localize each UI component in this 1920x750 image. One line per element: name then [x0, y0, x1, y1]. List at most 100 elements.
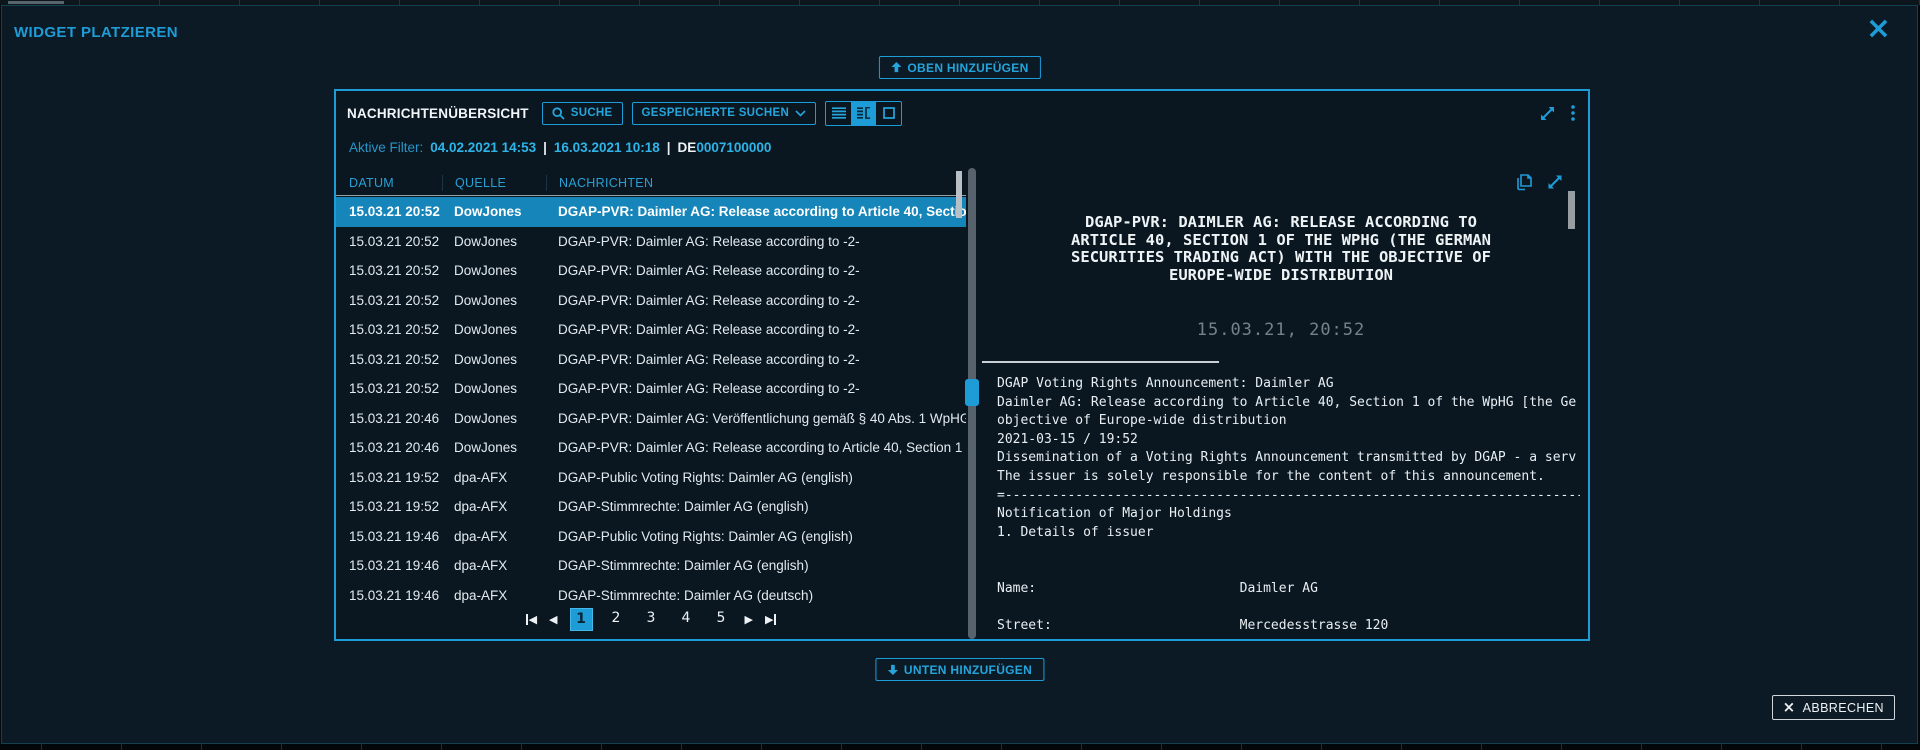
- table-row[interactable]: 15.03.21 19:46dpa-AFXDGAP-Public Voting …: [336, 522, 966, 552]
- pagination-page-2[interactable]: 2: [605, 608, 628, 631]
- detail-scrollbar-thumb[interactable]: [1568, 191, 1575, 229]
- close-icon[interactable]: ×: [1866, 14, 1891, 44]
- row-date: 15.03.21 20:52: [336, 234, 442, 249]
- table-row[interactable]: 15.03.21 20:52DowJonesDGAP-PVR: Daimler …: [336, 286, 966, 316]
- row-date: 15.03.21 19:46: [336, 529, 442, 544]
- table-row[interactable]: 15.03.21 19:46dpa-AFXDGAP-Stimmrechte: D…: [336, 551, 966, 581]
- active-filter-row: Aktive Filter: 04.02.2021 14:53 | 16.03.…: [349, 140, 771, 155]
- skip-bar: [774, 614, 776, 625]
- detail-timestamp: 15.03.21, 20:52: [982, 320, 1580, 340]
- split-view-icon[interactable]: [851, 102, 876, 125]
- background-app-bottom-edge: [0, 744, 1920, 750]
- cancel-x-icon: ×: [1783, 700, 1796, 715]
- expand-detail-icon[interactable]: [1546, 173, 1564, 192]
- widget-header: NACHRICHTENÜBERSICHT SUCHE GESPEICHERTE …: [347, 100, 1578, 126]
- column-header-datum[interactable]: DATUM: [336, 175, 442, 191]
- filter-isin: DE0007100000: [678, 140, 772, 155]
- filter-separator: |: [543, 140, 547, 155]
- row-source: dpa-AFX: [442, 588, 546, 603]
- background-app-text-fragment: [8, 1, 64, 4]
- add-above-label: OBEN HINZUFÜGEN: [907, 61, 1028, 75]
- column-header-quelle[interactable]: QUELLE: [442, 175, 546, 191]
- arrow-down-icon: [887, 664, 898, 675]
- pagination-page-4[interactable]: 4: [675, 608, 698, 631]
- pagination-pages: 12345: [570, 608, 733, 631]
- row-date: 15.03.21 20:52: [336, 293, 442, 308]
- table-row[interactable]: 15.03.21 20:46DowJonesDGAP-PVR: Daimler …: [336, 433, 966, 463]
- kebab-menu-icon[interactable]: [1571, 105, 1575, 121]
- row-source: DowJones: [442, 411, 546, 426]
- row-message: DGAP-Stimmrechte: Daimler AG (english): [546, 558, 966, 573]
- detail-icons: [1515, 173, 1564, 192]
- row-source: dpa-AFX: [442, 529, 546, 544]
- table-row[interactable]: 15.03.21 20:52DowJonesDGAP-PVR: Daimler …: [336, 345, 966, 375]
- copy-icon[interactable]: [1515, 173, 1534, 192]
- row-date: 15.03.21 20:46: [336, 440, 442, 455]
- row-message: DGAP-PVR: Daimler AG: Release according …: [546, 234, 966, 249]
- column-header-nachrichten[interactable]: NACHRICHTEN: [546, 175, 966, 191]
- arrow-up-icon: [890, 62, 901, 73]
- filter-isin-prefix: DE: [678, 140, 697, 155]
- pagination-prev-button[interactable]: ◀: [549, 613, 557, 626]
- row-source: dpa-AFX: [442, 499, 546, 514]
- table-row[interactable]: 15.03.21 19:52dpa-AFXDGAP-Public Voting …: [336, 463, 966, 493]
- news-table-header: DATUM QUELLE NACHRICHTEN: [336, 171, 966, 196]
- row-message: DGAP-Stimmrechte: Daimler AG (english): [546, 499, 966, 514]
- news-overview-widget: NACHRICHTENÜBERSICHT SUCHE GESPEICHERTE …: [334, 89, 1590, 641]
- row-source: DowJones: [442, 322, 546, 337]
- detail-divider: [982, 361, 1219, 363]
- expand-widget-icon[interactable]: [1539, 105, 1556, 122]
- table-row[interactable]: 15.03.21 19:46dpa-AFXDGAP-Stimmrechte: D…: [336, 581, 966, 611]
- cancel-label: ABBRECHEN: [1803, 701, 1884, 715]
- active-filter-label: Aktive Filter:: [349, 140, 423, 155]
- table-row[interactable]: 15.03.21 20:52DowJonesDGAP-PVR: Daimler …: [336, 374, 966, 404]
- row-message: DGAP-PVR: Daimler AG: Veröffentlichung g…: [546, 411, 966, 426]
- row-source: DowJones: [442, 381, 546, 396]
- pagination-page-1[interactable]: 1: [570, 608, 593, 631]
- news-detail-pane: DGAP-PVR: DAIMLER AG: RELEASE ACCORDING …: [982, 168, 1580, 639]
- pagination-last-button[interactable]: ▶: [765, 613, 776, 626]
- table-row[interactable]: 15.03.21 20:52DowJonesDGAP-PVR: Daimler …: [336, 197, 966, 227]
- row-message: DGAP-PVR: Daimler AG: Release according …: [546, 204, 966, 219]
- cancel-button[interactable]: × ABBRECHEN: [1772, 695, 1895, 720]
- pagination-first-button[interactable]: ◀: [526, 613, 537, 626]
- skip-bar: [526, 614, 528, 625]
- pagination-page-3[interactable]: 3: [640, 608, 663, 631]
- row-message: DGAP-PVR: Daimler AG: Release according …: [546, 381, 966, 396]
- full-view-icon[interactable]: [876, 102, 901, 125]
- table-row[interactable]: 15.03.21 20:52DowJonesDGAP-PVR: Daimler …: [336, 315, 966, 345]
- row-date: 15.03.21 20:52: [336, 352, 442, 367]
- list-view-icon[interactable]: [826, 102, 851, 125]
- row-message: DGAP-Public Voting Rights: Daimler AG (e…: [546, 529, 966, 544]
- table-row[interactable]: 15.03.21 20:46DowJonesDGAP-PVR: Daimler …: [336, 404, 966, 434]
- row-source: DowJones: [442, 440, 546, 455]
- filter-separator: |: [667, 140, 671, 155]
- row-date: 15.03.21 19:52: [336, 470, 442, 485]
- row-message: DGAP-PVR: Daimler AG: Release according …: [546, 293, 966, 308]
- row-message: DGAP-PVR: Daimler AG: Release according …: [546, 352, 966, 367]
- row-message: DGAP-PVR: Daimler AG: Release according …: [546, 263, 966, 278]
- saved-searches-dropdown[interactable]: GESPEICHERTE SUCHEN: [632, 102, 817, 125]
- row-source: DowJones: [442, 293, 546, 308]
- add-below-label: UNTEN HINZUFÜGEN: [904, 663, 1032, 677]
- news-table-body: 15.03.21 20:52DowJonesDGAP-PVR: Daimler …: [336, 197, 966, 610]
- splitter-drag-handle[interactable]: [965, 379, 979, 406]
- row-date: 15.03.21 19:52: [336, 499, 442, 514]
- table-row[interactable]: 15.03.21 20:52DowJonesDGAP-PVR: Daimler …: [336, 227, 966, 257]
- row-message: DGAP-Stimmrechte: Daimler AG (deutsch): [546, 588, 966, 603]
- search-button[interactable]: SUCHE: [542, 102, 623, 125]
- pagination-page-5[interactable]: 5: [710, 608, 733, 631]
- add-below-button[interactable]: UNTEN HINZUFÜGEN: [875, 658, 1044, 681]
- filter-date-to: 16.03.2021 10:18: [554, 140, 660, 155]
- table-row[interactable]: 15.03.21 19:52dpa-AFXDGAP-Stimmrechte: D…: [336, 492, 966, 522]
- add-above-button[interactable]: OBEN HINZUFÜGEN: [878, 56, 1040, 79]
- row-date: 15.03.21 20:52: [336, 204, 442, 219]
- table-scrollbar-thumb[interactable]: [956, 171, 962, 218]
- row-date: 15.03.21 20:52: [336, 263, 442, 278]
- table-row[interactable]: 15.03.21 20:52DowJonesDGAP-PVR: Daimler …: [336, 256, 966, 286]
- pagination-next-button[interactable]: ▶: [745, 613, 753, 626]
- row-message: DGAP-PVR: Daimler AG: Release according …: [546, 322, 966, 337]
- row-source: DowJones: [442, 352, 546, 367]
- row-source: dpa-AFX: [442, 558, 546, 573]
- row-date: 15.03.21 20:52: [336, 322, 442, 337]
